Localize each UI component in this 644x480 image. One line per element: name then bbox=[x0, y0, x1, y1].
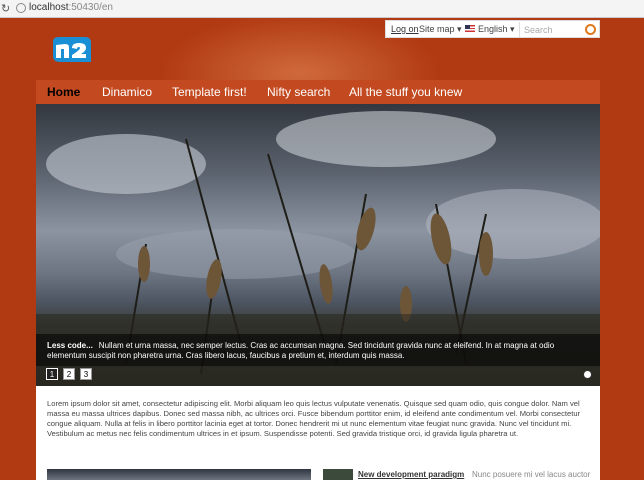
nav-item-template-first[interactable]: Template first! bbox=[172, 85, 247, 99]
nav-item-all-the-stuff[interactable]: All the stuff you knew bbox=[349, 85, 462, 99]
reload-icon[interactable]: ↻ bbox=[1, 2, 10, 15]
main-content: Lorem ipsum dolor sit amet, consectetur … bbox=[36, 386, 600, 480]
address-field[interactable]: localhost:50430/en bbox=[29, 2, 113, 13]
login-link[interactable]: Log on bbox=[391, 24, 419, 34]
slide-page-3[interactable]: 3 bbox=[80, 368, 92, 380]
nav-item-home[interactable]: Home bbox=[47, 85, 80, 99]
nav-item-dinamico[interactable]: Dinamico bbox=[102, 85, 152, 99]
sitemap-label: Site map bbox=[419, 24, 455, 34]
globe-icon bbox=[16, 3, 26, 13]
news-title-link[interactable]: New development paradigm bbox=[358, 470, 464, 479]
sitemap-menu[interactable]: Site map ▾ bbox=[419, 24, 462, 35]
language-menu[interactable]: English ▾ bbox=[478, 24, 515, 35]
url-host: localhost bbox=[29, 2, 69, 13]
news-image[interactable] bbox=[47, 469, 311, 480]
top-utility-bar: Log on Site map ▾ English ▾ Search bbox=[385, 20, 600, 38]
nav-item-nifty-search[interactable]: Nifty search bbox=[267, 85, 330, 99]
caption-text: Nullam et urna massa, nec semper lectus.… bbox=[47, 341, 555, 360]
language-label: English bbox=[478, 24, 508, 34]
search-input[interactable]: Search bbox=[519, 22, 600, 37]
intro-paragraph: Lorem ipsum dolor sit amet, consectetur … bbox=[47, 399, 581, 438]
search-placeholder: Search bbox=[524, 25, 553, 35]
slide-play-button[interactable] bbox=[583, 370, 592, 379]
n2-logo[interactable] bbox=[50, 36, 92, 64]
news-thumbnail[interactable] bbox=[323, 469, 353, 480]
caption-title: Less code... bbox=[47, 341, 93, 350]
url-path: :50430/en bbox=[68, 2, 113, 13]
news-excerpt: Nunc posuere mi vel lacus auctor bbox=[472, 470, 591, 479]
us-flag-icon bbox=[465, 25, 475, 32]
browser-address-bar: ↻ localhost:50430/en bbox=[0, 0, 644, 18]
slide-page-1[interactable]: 1 bbox=[46, 368, 58, 380]
slide-page-2[interactable]: 2 bbox=[63, 368, 75, 380]
slide-caption: Less code... Nullam et urna massa, nec se… bbox=[47, 341, 592, 361]
main-navigation: Home Dinamico Template first! Nifty sear… bbox=[36, 80, 600, 104]
hero-slider[interactable]: Less code... Nullam et urna massa, nec se… bbox=[36, 104, 600, 386]
search-icon[interactable] bbox=[585, 24, 596, 35]
